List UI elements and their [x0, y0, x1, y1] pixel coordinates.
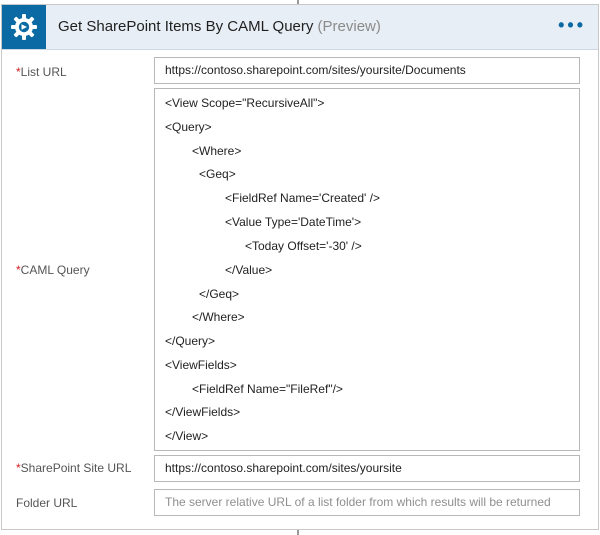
flow-connector-bottom [297, 530, 299, 535]
site-url-label: *SharePoint Site URL [16, 461, 131, 475]
caml-line: <Today Offset='-30' /> [245, 239, 362, 253]
site-url-label-text: SharePoint Site URL [20, 461, 132, 475]
caml-line: </ViewFields> [165, 405, 241, 419]
caml-query-label-text: CAML Query [20, 263, 90, 277]
caml-line: <FieldRef Name='Created' /> [225, 191, 380, 205]
caml-line: </Query> [165, 334, 216, 348]
preview-tag: (Preview) [317, 18, 381, 35]
folder-url-field[interactable]: The server relative URL of a list folder… [154, 489, 580, 516]
folder-url-label: Folder URL [16, 496, 77, 510]
sharepoint-gear-icon [2, 5, 46, 49]
caml-line: <Where> [192, 144, 242, 158]
folder-url-label-text: Folder URL [16, 496, 78, 510]
site-url-field[interactable]: https://contoso.sharepoint.com/sites/you… [154, 455, 580, 482]
list-url-field[interactable]: https://contoso.sharepoint.com/sites/you… [154, 57, 580, 84]
caml-line: </Where> [192, 310, 245, 324]
caml-line: </Geq> [199, 287, 240, 301]
action-title: Get SharePoint Items By CAML Query (Prev… [58, 18, 381, 35]
action-card: Get SharePoint Items By CAML Query (Prev… [1, 4, 599, 530]
list-url-label: *List URL [16, 65, 67, 79]
caml-line: <FieldRef Name="FileRef"/> [192, 382, 343, 396]
action-header[interactable]: Get SharePoint Items By CAML Query (Prev… [2, 5, 598, 50]
caml-line: </View> [165, 429, 209, 443]
caml-query-field[interactable]: <View Scope="RecursiveAll"> <Query> <Whe… [154, 88, 580, 451]
action-title-text: Get SharePoint Items By CAML Query [58, 18, 314, 35]
caml-query-label: *CAML Query [16, 263, 90, 277]
caml-line: <Geq> [199, 167, 236, 181]
list-url-label-text: List URL [20, 65, 67, 79]
caml-line: </Value> [225, 263, 273, 277]
caml-line: <Value Type='DateTime'> [225, 215, 362, 229]
caml-line: <ViewFields> [165, 358, 237, 372]
caml-line: <Query> [165, 120, 212, 134]
caml-line: <View Scope="RecursiveAll"> [165, 96, 325, 110]
more-options-icon[interactable]: ••• [558, 16, 586, 34]
